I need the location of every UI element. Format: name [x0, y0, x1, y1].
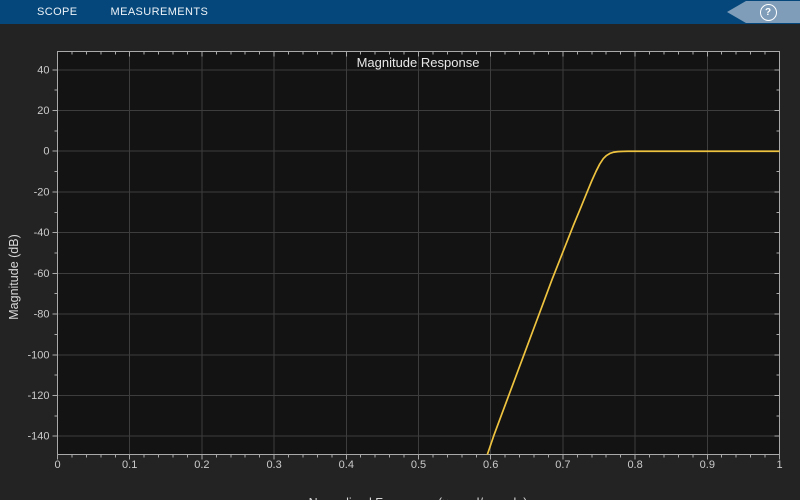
help-question-icon: ?	[760, 4, 777, 21]
svg-text:0.9: 0.9	[700, 459, 715, 471]
svg-text:-80: -80	[34, 309, 50, 321]
figure-area: 0 0.1 0.2 0.3 0.4 0.5 0.6 0.7 0.8 0.9 1 -140 -120 -10…	[0, 24, 800, 500]
tab-measurements[interactable]: MEASUREMENTS	[107, 0, 213, 24]
svg-text:0.1: 0.1	[122, 459, 137, 471]
svg-text:-20: -20	[34, 186, 50, 198]
svg-text:40: 40	[37, 64, 49, 76]
x-axis-label: Normalized Frequency (×π rad/sample)	[57, 496, 779, 500]
help-button[interactable]: ?	[727, 1, 800, 23]
magnitude-response-plot[interactable]: 0 0.1 0.2 0.3 0.4 0.5 0.6 0.7 0.8 0.9 1 -140 -120 -10…	[0, 24, 800, 500]
svg-text:0.7: 0.7	[555, 459, 570, 471]
filter-scope-window: SCOPE MEASUREMENTS ? 0 0.1 0.2 0.3 0.4 0.5 0.6…	[0, 0, 800, 500]
svg-text:0.3: 0.3	[266, 459, 281, 471]
svg-text:-40: -40	[34, 227, 50, 239]
svg-text:0.5: 0.5	[411, 459, 426, 471]
svg-text:0.2: 0.2	[194, 459, 209, 471]
svg-text:-140: -140	[27, 431, 49, 443]
plot-title: Magnitude Response	[57, 55, 779, 70]
toolstrip: SCOPE MEASUREMENTS ?	[0, 0, 800, 24]
svg-text:0.4: 0.4	[339, 459, 354, 471]
svg-text:0: 0	[54, 459, 60, 471]
svg-text:0: 0	[43, 146, 49, 158]
svg-text:-120: -120	[27, 390, 49, 402]
tab-scope[interactable]: SCOPE	[33, 0, 82, 24]
svg-text:0.6: 0.6	[483, 459, 498, 471]
svg-text:20: 20	[37, 105, 49, 117]
svg-text:-100: -100	[27, 349, 49, 361]
y-axis-label: Magnitude (dB)	[7, 207, 21, 347]
svg-text:0.8: 0.8	[627, 459, 642, 471]
svg-text:1: 1	[776, 459, 782, 471]
svg-text:-60: -60	[34, 268, 50, 280]
